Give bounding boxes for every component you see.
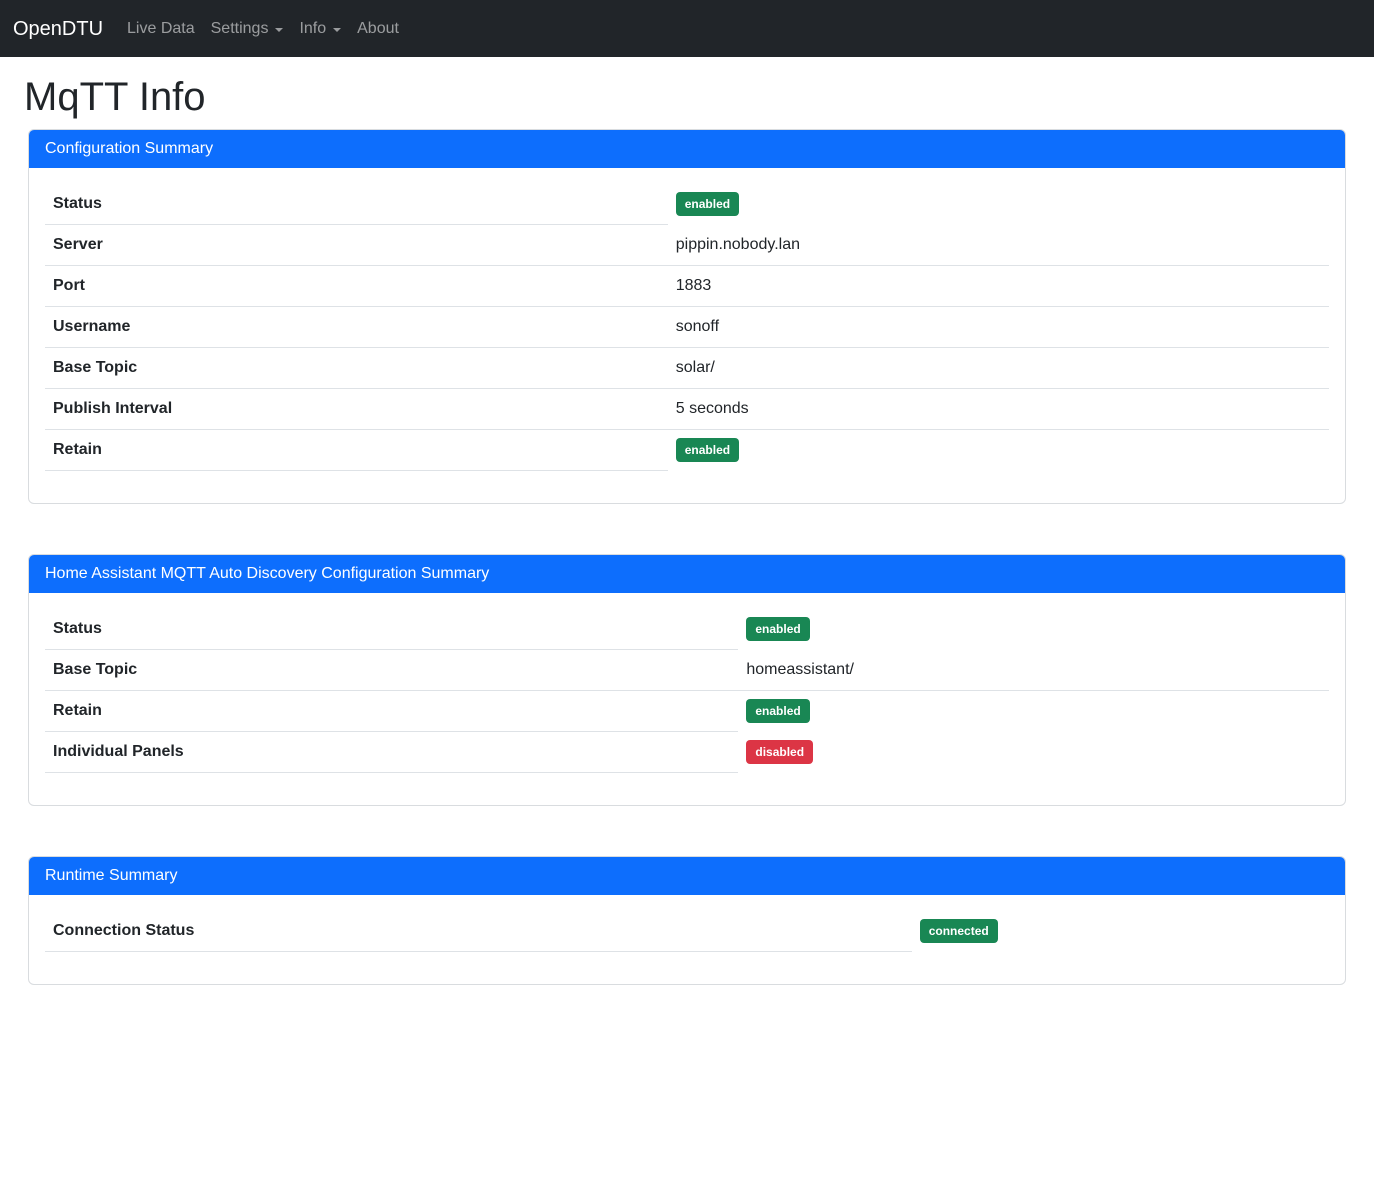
nav-item-settings[interactable]: Settings: [203, 9, 292, 49]
brand-logo[interactable]: OpenDTU: [13, 19, 103, 39]
base-topic-value: homeassistant/: [738, 650, 1329, 691]
connection-status-status-badge: connected: [920, 919, 998, 943]
card-title: Runtime Summary: [29, 857, 1345, 895]
publish-interval-value: 5 seconds: [668, 389, 1329, 430]
row-label: Base Topic: [45, 650, 738, 691]
caret-down-icon: [275, 28, 283, 32]
summary-table: Status enabled Base Topic homeassistant/…: [45, 609, 1329, 773]
row-label: Retain: [45, 430, 668, 471]
nav-item-live-data[interactable]: Live Data: [119, 9, 203, 49]
row-label: Username: [45, 307, 668, 348]
username-value: sonoff: [668, 307, 1329, 348]
row-label: Base Topic: [45, 348, 668, 389]
card-configuration-summary: Configuration Summary Status enabled Ser…: [28, 129, 1346, 504]
card-title: Configuration Summary: [29, 130, 1345, 168]
row-label: Port: [45, 266, 668, 307]
card-runtime-summary: Runtime Summary Connection Status connec…: [28, 856, 1346, 985]
summary-table: Connection Status connected: [45, 911, 1329, 952]
nav-item-label: Live Data: [127, 17, 195, 41]
caret-down-icon: [333, 28, 341, 32]
table-row: Status enabled: [45, 184, 1329, 225]
main-content: MqTT Info Configuration Summary Status e…: [0, 73, 1374, 985]
table-row: Server pippin.nobody.lan: [45, 225, 1329, 266]
nav-item-info[interactable]: Info: [291, 9, 349, 49]
row-label: Status: [45, 609, 738, 650]
card-title: Home Assistant MQTT Auto Discovery Confi…: [29, 555, 1345, 593]
card-home-assistant-mqtt-auto-discovery-configuration-summary: Home Assistant MQTT Auto Discovery Confi…: [28, 554, 1346, 806]
row-label: Status: [45, 184, 668, 225]
cards: Configuration Summary Status enabled Ser…: [28, 129, 1346, 985]
card-body: Status enabled Base Topic homeassistant/…: [29, 593, 1345, 805]
server-value: pippin.nobody.lan: [668, 225, 1329, 266]
individual-panels-value: disabled: [738, 732, 1329, 773]
port-value: 1883: [668, 266, 1329, 307]
row-label: Connection Status: [45, 911, 912, 952]
base-topic-value: solar/: [668, 348, 1329, 389]
nav-item-label: Info: [299, 17, 326, 41]
card-body: Connection Status connected: [29, 895, 1345, 984]
navbar: OpenDTU Live Data Settings Info About: [0, 0, 1374, 57]
table-row: Port 1883: [45, 266, 1329, 307]
status-status-badge: enabled: [676, 192, 739, 216]
retain-status-badge: enabled: [676, 438, 739, 462]
status-status-badge: enabled: [746, 617, 809, 641]
table-row: Connection Status connected: [45, 911, 1329, 952]
connection-status-value: connected: [912, 911, 1329, 952]
individual-panels-status-badge: disabled: [746, 740, 813, 764]
status-value: enabled: [668, 184, 1329, 225]
page-title: MqTT Info: [24, 73, 1346, 121]
nav-item-label: Settings: [211, 17, 269, 41]
nav-item-label: About: [357, 17, 399, 41]
retain-value: enabled: [738, 691, 1329, 732]
table-row: Retain enabled: [45, 430, 1329, 471]
summary-table: Status enabled Server pippin.nobody.lan …: [45, 184, 1329, 471]
row-label: Publish Interval: [45, 389, 668, 430]
table-row: Username sonoff: [45, 307, 1329, 348]
nav-item-about[interactable]: About: [349, 9, 407, 49]
row-label: Retain: [45, 691, 738, 732]
table-row: Status enabled: [45, 609, 1329, 650]
table-row: Individual Panels disabled: [45, 732, 1329, 773]
table-row: Base Topic solar/: [45, 348, 1329, 389]
retain-value: enabled: [668, 430, 1329, 471]
row-label: Individual Panels: [45, 732, 738, 773]
retain-status-badge: enabled: [746, 699, 809, 723]
card-body: Status enabled Server pippin.nobody.lan …: [29, 168, 1345, 503]
navbar-items: Live Data Settings Info About: [119, 9, 407, 49]
status-value: enabled: [738, 609, 1329, 650]
row-label: Server: [45, 225, 668, 266]
table-row: Base Topic homeassistant/: [45, 650, 1329, 691]
table-row: Publish Interval 5 seconds: [45, 389, 1329, 430]
table-row: Retain enabled: [45, 691, 1329, 732]
